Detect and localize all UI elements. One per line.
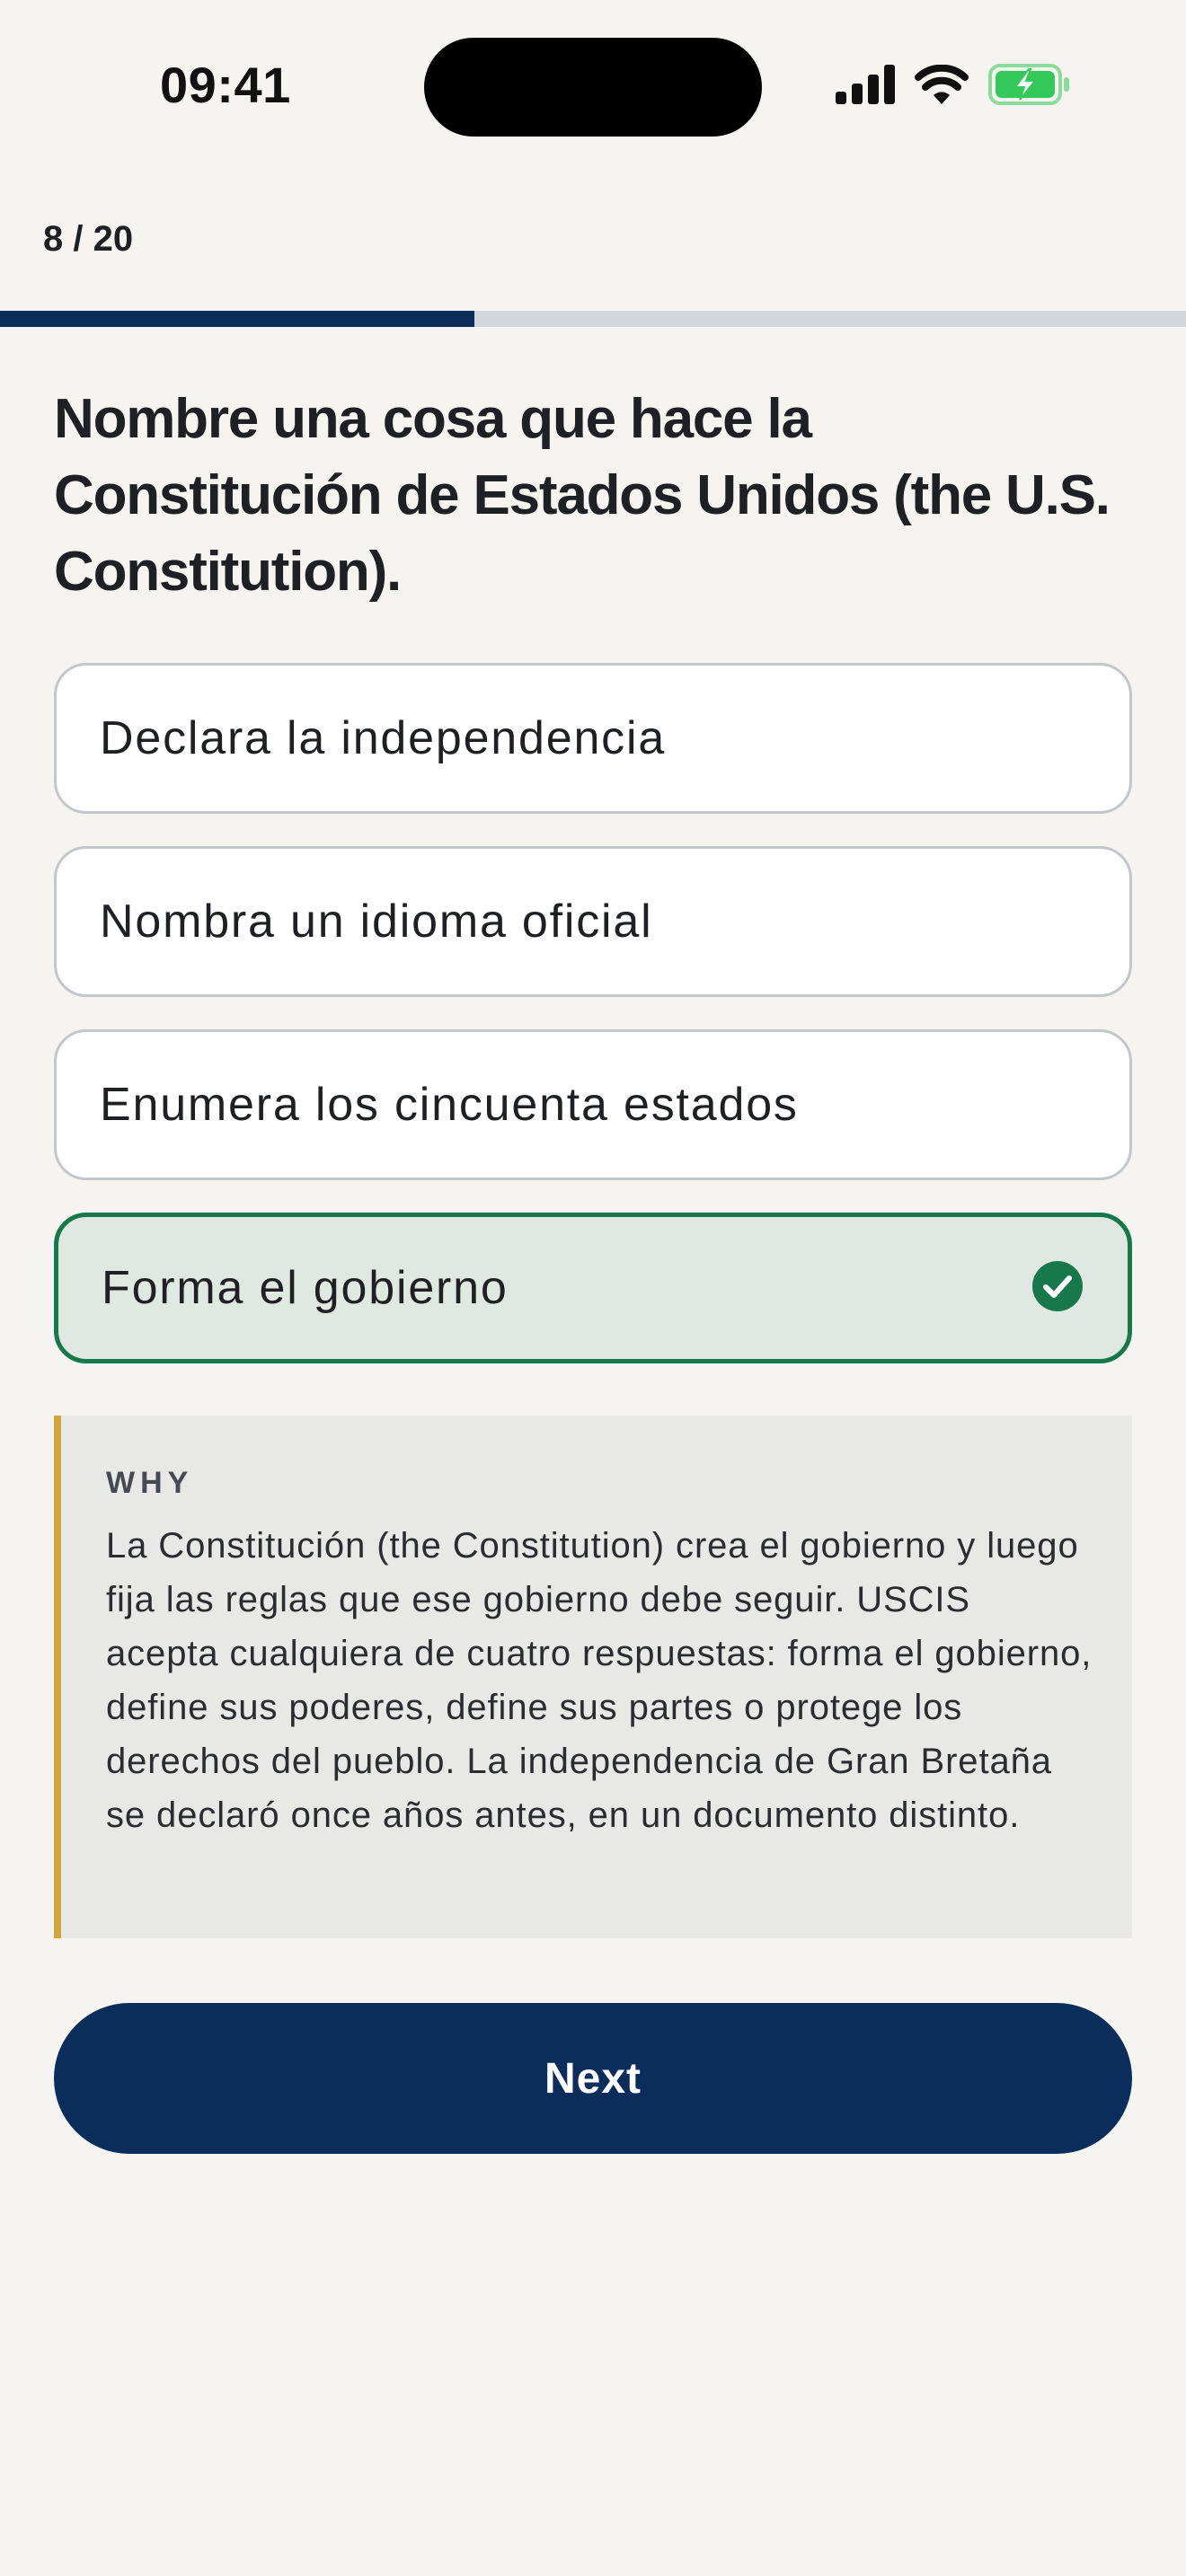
answer-option-label: Forma el gobierno [102, 1262, 509, 1314]
progress-bar-fill [0, 311, 474, 327]
next-button[interactable]: Next [54, 2003, 1132, 2154]
battery-charging-icon [988, 63, 1071, 110]
answer-option-label: Enumera los cincuenta estados [100, 1079, 799, 1131]
answer-option-1[interactable]: Declara la independencia [54, 663, 1132, 814]
status-bar: 09:41 [0, 0, 1186, 171]
explanation-panel: WHY La Constitución (the Constitution) c… [54, 1416, 1132, 1938]
status-icons [836, 61, 1071, 111]
cellular-signal-icon [836, 64, 895, 109]
explanation-heading: WHY [106, 1466, 194, 1500]
wifi-icon [915, 64, 969, 109]
answer-option-2[interactable]: Nombra un idioma oficial [54, 846, 1132, 997]
answer-option-3[interactable]: Enumera los cincuenta estados [54, 1029, 1132, 1180]
progress-counter: 8 / 20 [43, 219, 134, 259]
progress-bar [0, 311, 1186, 327]
answer-option-label: Nombra un idioma oficial [100, 895, 653, 948]
check-circle-icon [1031, 1259, 1084, 1318]
explanation-text: La Constitución (the Constitution) crea … [106, 1526, 1093, 1835]
status-time: 09:41 [160, 57, 291, 113]
answer-option-4-correct[interactable]: Forma el gobierno [54, 1213, 1132, 1363]
dynamic-island [424, 38, 762, 137]
question-text: Nombre una cosa que hace la Constitución… [54, 388, 1111, 603]
answer-option-label: Declara la independencia [100, 712, 667, 764]
